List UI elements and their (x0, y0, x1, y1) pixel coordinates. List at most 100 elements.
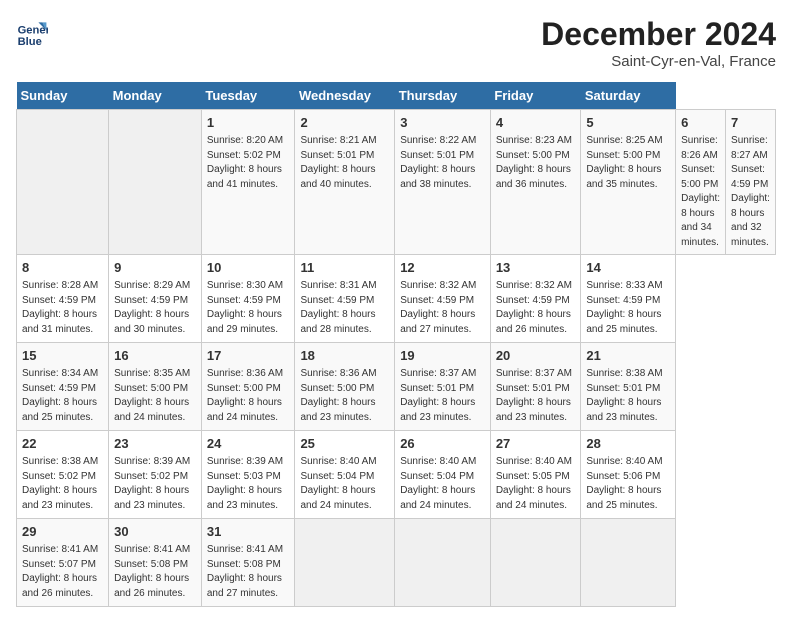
day-info: Sunrise: 8:39 AMSunset: 5:03 PMDaylight:… (207, 455, 290, 513)
day-info: Sunrise: 8:20 AMSunset: 5:02 PMDaylight:… (207, 134, 290, 192)
calendar-day-cell: 10 Sunrise: 8:30 AMSunset: 4:59 PMDayligh… (201, 255, 295, 343)
day-number: 4 (496, 114, 576, 132)
column-header-wednesday: Wednesday (295, 82, 395, 110)
day-info: Sunrise: 8:41 AMSunset: 5:08 PMDaylight:… (207, 543, 290, 601)
day-number: 26 (400, 435, 485, 453)
calendar-day-cell: 17 Sunrise: 8:36 AMSunset: 5:00 PMDayligh… (201, 343, 295, 431)
day-number: 5 (586, 114, 670, 132)
day-number: 10 (207, 259, 290, 277)
svg-text:Blue: Blue (18, 36, 42, 48)
logo: General Blue (16, 16, 48, 48)
day-number: 19 (400, 347, 485, 365)
day-info: Sunrise: 8:27 AMSunset: 4:59 PMDaylight:… (731, 134, 770, 250)
calendar-day-cell: 31 Sunrise: 8:41 AMSunset: 5:08 PMDayligh… (201, 519, 295, 607)
calendar-day-cell: 19Sunrise: 8:37 AMSunset: 5:01 PMDayligh… (395, 343, 491, 431)
day-info: Sunrise: 8:40 AMSunset: 5:05 PMDaylight:… (496, 455, 576, 513)
day-number: 14 (586, 259, 670, 277)
day-number: 11 (300, 259, 389, 277)
calendar-day-cell (295, 519, 395, 607)
calendar-day-cell: 15Sunrise: 8:34 AMSunset: 4:59 PMDayligh… (17, 343, 109, 431)
calendar-day-cell: 5Sunrise: 8:25 AMSunset: 5:00 PMDaylight… (581, 110, 676, 255)
calendar-day-cell: 6Sunrise: 8:26 AMSunset: 5:00 PMDaylight… (676, 110, 726, 255)
calendar-day-cell: 3 Sunrise: 8:22 AMSunset: 5:01 PMDaylight… (395, 110, 491, 255)
calendar-day-cell: 30 Sunrise: 8:41 AMSunset: 5:08 PMDayligh… (109, 519, 202, 607)
calendar-day-cell: 23Sunrise: 8:39 AMSunset: 5:02 PMDayligh… (109, 431, 202, 519)
calendar-day-cell: 7Sunrise: 8:27 AMSunset: 4:59 PMDaylight… (726, 110, 776, 255)
logo-icon: General Blue (16, 16, 48, 48)
day-info: Sunrise: 8:30 AMSunset: 4:59 PMDaylight:… (207, 279, 290, 337)
day-info: Sunrise: 8:41 AMSunset: 5:08 PMDaylight:… (114, 543, 196, 601)
day-number: 8 (22, 259, 103, 277)
day-info: Sunrise: 8:23 AMSunset: 5:00 PMDaylight:… (496, 134, 576, 192)
day-info: Sunrise: 8:38 AMSunset: 5:02 PMDaylight:… (22, 455, 103, 513)
day-info: Sunrise: 8:36 AMSunset: 5:00 PMDaylight:… (300, 367, 389, 425)
day-number: 22 (22, 435, 103, 453)
calendar-week-row: 22 Sunrise: 8:38 AMSunset: 5:02 PMDayligh… (17, 431, 776, 519)
day-number: 24 (207, 435, 290, 453)
day-number: 9 (114, 259, 196, 277)
calendar-day-cell (395, 519, 491, 607)
day-number: 25 (300, 435, 389, 453)
calendar-week-row: 29Sunrise: 8:41 AMSunset: 5:07 PMDayligh… (17, 519, 776, 607)
day-info: Sunrise: 8:38 AMSunset: 5:01 PMDaylight:… (586, 367, 670, 425)
calendar-day-cell: 13 Sunrise: 8:32 AMSunset: 4:59 PMDayligh… (490, 255, 581, 343)
month-title: December 2024 (541, 16, 776, 53)
day-info: Sunrise: 8:26 AMSunset: 5:00 PMDaylight:… (681, 134, 720, 250)
day-number: 16 (114, 347, 196, 365)
title-area: December 2024 Saint-Cyr-en-Val, France (541, 16, 776, 70)
day-number: 12 (400, 259, 485, 277)
day-info: Sunrise: 8:33 AMSunset: 4:59 PMDaylight:… (586, 279, 670, 337)
day-number: 21 (586, 347, 670, 365)
day-info: Sunrise: 8:21 AMSunset: 5:01 PMDaylight:… (300, 134, 389, 192)
day-number: 31 (207, 523, 290, 541)
calendar-day-cell: 2 Sunrise: 8:21 AMSunset: 5:01 PMDaylight… (295, 110, 395, 255)
calendar-day-cell: 14 Sunrise: 8:33 AMSunset: 4:59 PMDayligh… (581, 255, 676, 343)
day-info: Sunrise: 8:22 AMSunset: 5:01 PMDaylight:… (400, 134, 485, 192)
calendar-day-cell: 11 Sunrise: 8:31 AMSunset: 4:59 PMDayligh… (295, 255, 395, 343)
calendar-day-cell: 9 Sunrise: 8:29 AMSunset: 4:59 PMDaylight… (109, 255, 202, 343)
day-number: 18 (300, 347, 389, 365)
day-info: Sunrise: 8:40 AMSunset: 5:06 PMDaylight:… (586, 455, 670, 513)
day-number: 29 (22, 523, 103, 541)
calendar-day-cell: 28 Sunrise: 8:40 AMSunset: 5:06 PMDayligh… (581, 431, 676, 519)
calendar-day-cell: 18 Sunrise: 8:36 AMSunset: 5:00 PMDayligh… (295, 343, 395, 431)
day-number: 13 (496, 259, 576, 277)
day-number: 2 (300, 114, 389, 132)
calendar-week-row: 15Sunrise: 8:34 AMSunset: 4:59 PMDayligh… (17, 343, 776, 431)
day-number: 3 (400, 114, 485, 132)
calendar-week-row: 8Sunrise: 8:28 AMSunset: 4:59 PMDaylight… (17, 255, 776, 343)
day-number: 20 (496, 347, 576, 365)
day-info: Sunrise: 8:32 AMSunset: 4:59 PMDaylight:… (496, 279, 576, 337)
day-info: Sunrise: 8:37 AMSunset: 5:01 PMDaylight:… (496, 367, 576, 425)
day-number: 17 (207, 347, 290, 365)
column-header-sunday: Sunday (17, 82, 109, 110)
calendar-day-cell (581, 519, 676, 607)
calendar-table: SundayMondayTuesdayWednesdayThursdayFrid… (16, 82, 776, 607)
calendar-day-cell: 21 Sunrise: 8:38 AMSunset: 5:01 PMDayligh… (581, 343, 676, 431)
day-number: 27 (496, 435, 576, 453)
calendar-day-cell: 25 Sunrise: 8:40 AMSunset: 5:04 PMDayligh… (295, 431, 395, 519)
day-info: Sunrise: 8:36 AMSunset: 5:00 PMDaylight:… (207, 367, 290, 425)
calendar-day-cell: 26Sunrise: 8:40 AMSunset: 5:04 PMDayligh… (395, 431, 491, 519)
calendar-week-row: 1Sunrise: 8:20 AMSunset: 5:02 PMDaylight… (17, 110, 776, 255)
calendar-day-cell: 4 Sunrise: 8:23 AMSunset: 5:00 PMDaylight… (490, 110, 581, 255)
day-info: Sunrise: 8:39 AMSunset: 5:02 PMDaylight:… (114, 455, 196, 513)
calendar-day-cell (490, 519, 581, 607)
calendar-day-cell: 27 Sunrise: 8:40 AMSunset: 5:05 PMDayligh… (490, 431, 581, 519)
day-number: 28 (586, 435, 670, 453)
calendar-day-cell: 1Sunrise: 8:20 AMSunset: 5:02 PMDaylight… (201, 110, 295, 255)
column-header-saturday: Saturday (581, 82, 676, 110)
day-info: Sunrise: 8:35 AMSunset: 5:00 PMDaylight:… (114, 367, 196, 425)
day-info: Sunrise: 8:29 AMSunset: 4:59 PMDaylight:… (114, 279, 196, 337)
location-title: Saint-Cyr-en-Val, France (541, 53, 776, 70)
day-info: Sunrise: 8:40 AMSunset: 5:04 PMDaylight:… (300, 455, 389, 513)
day-info: Sunrise: 8:31 AMSunset: 4:59 PMDaylight:… (300, 279, 389, 337)
day-info: Sunrise: 8:32 AMSunset: 4:59 PMDaylight:… (400, 279, 485, 337)
calendar-day-cell: 29Sunrise: 8:41 AMSunset: 5:07 PMDayligh… (17, 519, 109, 607)
calendar-header-row: SundayMondayTuesdayWednesdayThursdayFrid… (17, 82, 776, 110)
calendar-body: 1Sunrise: 8:20 AMSunset: 5:02 PMDaylight… (17, 110, 776, 607)
column-header-friday: Friday (490, 82, 581, 110)
calendar-day-cell: 8Sunrise: 8:28 AMSunset: 4:59 PMDaylight… (17, 255, 109, 343)
day-number: 15 (22, 347, 103, 365)
day-number: 30 (114, 523, 196, 541)
